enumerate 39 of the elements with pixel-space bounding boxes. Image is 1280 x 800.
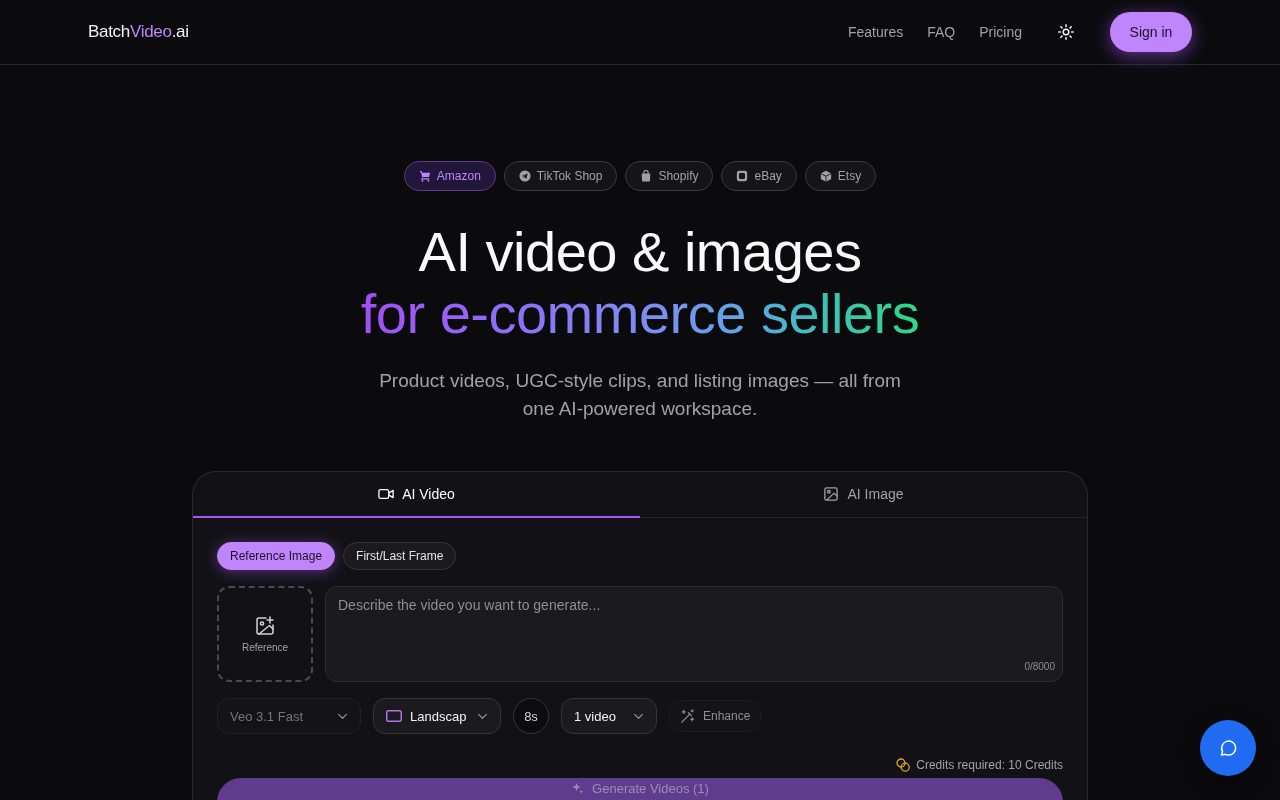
magic-wand-icon <box>680 708 695 724</box>
reference-upload[interactable]: Reference <box>217 586 313 682</box>
platform-chip[interactable]: TikTok Shop <box>503 161 618 191</box>
mode-pill[interactable]: Reference Image <box>217 542 336 570</box>
nav-link[interactable]: FAQ <box>927 24 956 40</box>
sign-in-button[interactable]: Sign in <box>1110 12 1192 52</box>
tab[interactable]: AI Image <box>640 472 1087 518</box>
duration-button[interactable]: 8s <box>513 698 549 734</box>
logo[interactable]: BatchVideo.ai <box>88 22 189 42</box>
shopping-bag-icon <box>640 170 653 182</box>
image-icon <box>823 487 840 501</box>
hero-subtitle: Product videos, UGC-style clips, and listing images — all from one AI-powered workspace. <box>378 369 902 421</box>
chevron-down-icon <box>633 712 644 720</box>
mode-pill[interactable]: First/Last Frame <box>343 542 457 570</box>
platform-chip[interactable]: eBay <box>721 161 797 191</box>
sparkles-icon <box>571 782 585 795</box>
nav-link[interactable]: Features <box>847 24 904 40</box>
character-counter: 0/8000 <box>1024 661 1055 672</box>
video-camera-icon <box>378 487 395 501</box>
tab[interactable]: AI Video <box>193 472 640 518</box>
count-select[interactable]: 1 video <box>561 698 657 734</box>
chat-button[interactable] <box>1200 720 1256 776</box>
credits-required: Credits required: 10 Credits <box>916 758 1063 772</box>
nav-link[interactable]: Pricing <box>979 24 1022 40</box>
chat-bubble-icon <box>1219 739 1237 757</box>
cart-icon <box>418 170 431 182</box>
box-icon <box>819 170 832 182</box>
sun-icon <box>1058 24 1074 40</box>
paper-plane-icon <box>518 170 531 182</box>
platform-chip[interactable]: Shopify <box>625 161 714 191</box>
rectangle-icon <box>386 710 402 722</box>
image-plus-icon <box>255 615 275 636</box>
coins-icon <box>896 758 911 772</box>
square-icon <box>736 170 749 182</box>
chevron-down-icon <box>477 712 488 720</box>
aspect-ratio-select[interactable]: Landscap <box>373 698 501 734</box>
chevron-down-icon <box>337 712 348 720</box>
platform-chip[interactable]: Amazon <box>403 161 496 191</box>
platform-chip[interactable]: Etsy <box>804 161 877 191</box>
